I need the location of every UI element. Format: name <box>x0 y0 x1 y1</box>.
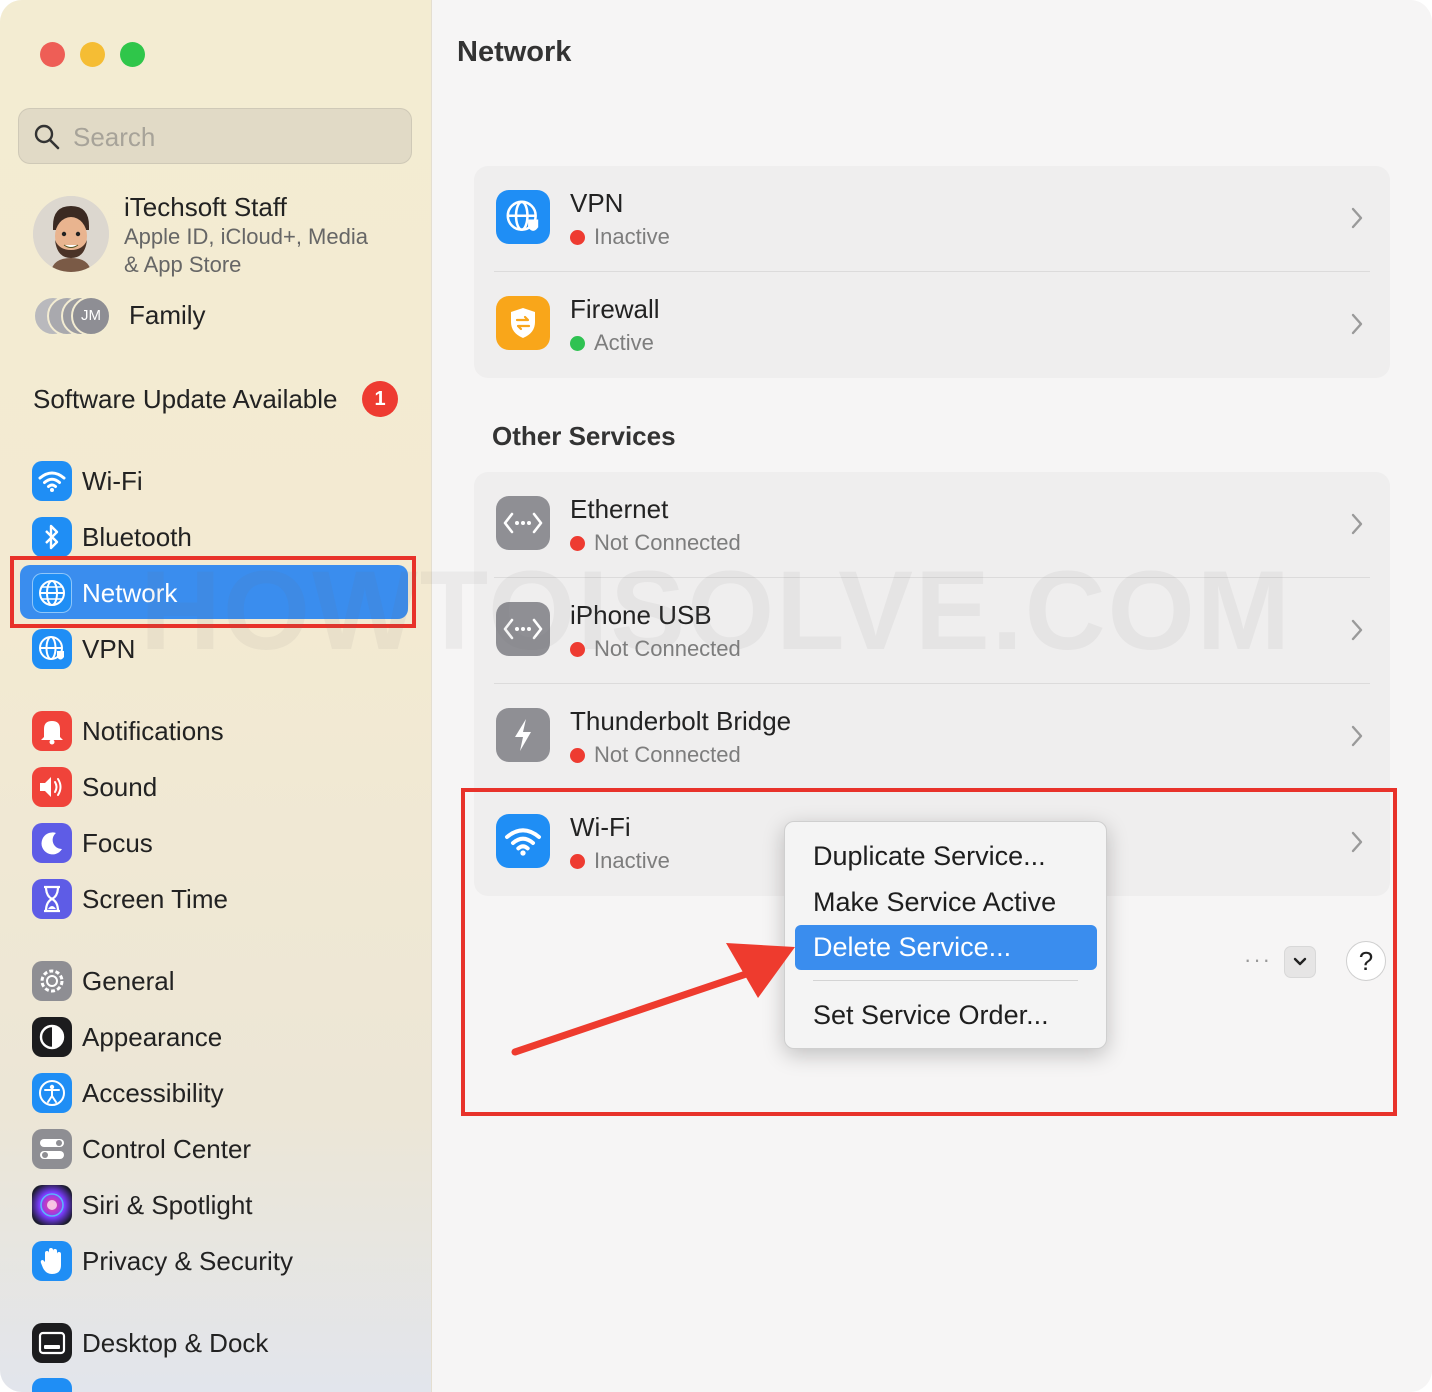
service-status: Not Connected <box>570 530 741 556</box>
sidebar-item-label: Screen Time <box>82 884 228 914</box>
chevron-right-icon <box>1351 207 1363 229</box>
sidebar-item-privacy-security[interactable]: Privacy & Security <box>30 1238 414 1284</box>
sidebar-item-displays-partial[interactable] <box>32 1378 72 1392</box>
appearance-icon <box>32 1017 72 1057</box>
speaker-icon <box>32 767 72 807</box>
service-name: Ethernet <box>570 494 669 524</box>
account-avatar[interactable] <box>33 196 109 272</box>
service-name: Thunderbolt Bridge <box>570 706 792 736</box>
service-row-vpn[interactable]: VPN Inactive <box>474 166 1390 272</box>
update-count-badge: 1 <box>362 381 398 417</box>
chevron-right-icon <box>1351 725 1363 747</box>
sidebar-item-label: Sound <box>82 772 158 802</box>
family-label[interactable]: Family <box>129 300 206 331</box>
vpn-globe-icon <box>32 629 72 669</box>
memoji-avatar-icon <box>33 196 109 272</box>
sidebar-item-label: Accessibility <box>82 1078 224 1108</box>
sidebar-item-screen-time[interactable]: Screen Time <box>30 876 414 922</box>
dock-icon <box>32 1323 72 1363</box>
gear-icon <box>32 961 72 1001</box>
chevron-right-icon <box>1351 313 1363 335</box>
siri-icon <box>32 1185 72 1225</box>
sidebar-item-label: Notifications <box>82 716 224 746</box>
service-name: iPhone USB <box>570 600 712 630</box>
sidebar-item-general[interactable]: General <box>30 958 414 1004</box>
status-dot-red <box>570 642 585 657</box>
sidebar-item-label: Focus <box>82 828 153 858</box>
wifi-icon <box>32 461 72 501</box>
sidebar-item-vpn[interactable]: VPN <box>30 626 414 672</box>
service-status: Not Connected <box>570 742 741 768</box>
sidebar-item-wifi[interactable]: Wi-Fi <box>30 458 414 504</box>
service-row-thunderbolt-bridge[interactable]: Thunderbolt Bridge Not Connected <box>474 684 1390 790</box>
page-title: Network <box>457 36 572 68</box>
sidebar-item-desktop-dock[interactable]: Desktop & Dock <box>30 1320 414 1366</box>
close-window-button[interactable] <box>40 42 65 67</box>
sidebar: Search iTechsoft Staff Apple ID, iCloud+… <box>0 0 432 1392</box>
vpn-globe-icon <box>496 190 550 244</box>
service-row-ethernet[interactable]: Ethernet Not Connected <box>474 472 1390 578</box>
status-dot-red <box>570 230 585 245</box>
hourglass-icon <box>32 879 72 919</box>
sidebar-item-bluetooth[interactable]: Bluetooth <box>30 514 414 560</box>
bell-icon <box>32 711 72 751</box>
section-title: Other Services <box>492 421 676 451</box>
annotation-highlight-network <box>10 556 416 628</box>
ethernet-icon <box>496 602 550 656</box>
search-icon <box>34 124 60 150</box>
sidebar-item-label: Bluetooth <box>82 522 192 552</box>
sidebar-item-label: VPN <box>82 634 136 664</box>
service-row-iphone-usb[interactable]: iPhone USB Not Connected <box>474 578 1390 684</box>
sidebar-item-siri-spotlight[interactable]: Siri & Spotlight <box>30 1182 414 1228</box>
sidebar-item-control-center[interactable]: Control Center <box>30 1126 414 1172</box>
hand-icon <box>32 1241 72 1281</box>
service-name: VPN <box>570 188 624 218</box>
thunderbolt-icon <box>496 708 550 762</box>
accessibility-icon <box>32 1073 72 1113</box>
account-subtitle-line1: Apple ID, iCloud+, Media <box>124 224 368 249</box>
bluetooth-icon <box>32 517 72 557</box>
status-dot-red <box>570 748 585 763</box>
ethernet-icon <box>496 496 550 550</box>
service-status: Inactive <box>570 224 670 250</box>
chevron-right-icon <box>1351 513 1363 535</box>
software-update-label[interactable]: Software Update Available <box>33 384 338 415</box>
minimize-window-button[interactable] <box>80 42 105 67</box>
sidebar-item-label: Wi-Fi <box>82 466 143 496</box>
service-row-firewall[interactable]: Firewall Active <box>474 272 1390 378</box>
status-dot-green <box>570 336 585 351</box>
main-pane: Network VPN Inactive Firewall Active Oth… <box>432 0 1432 1392</box>
search-placeholder: Search <box>73 122 156 152</box>
annotation-highlight-box <box>461 788 1397 1116</box>
toggles-icon <box>32 1129 72 1169</box>
service-name: Firewall <box>570 294 660 324</box>
sidebar-item-label: Privacy & Security <box>82 1246 293 1276</box>
sidebar-item-label: General <box>82 966 175 996</box>
sidebar-item-label: Control Center <box>82 1134 252 1164</box>
search-field[interactable]: Search <box>18 108 412 164</box>
sidebar-item-sound[interactable]: Sound <box>30 764 414 810</box>
sidebar-item-notifications[interactable]: Notifications <box>30 708 414 754</box>
sidebar-item-appearance[interactable]: Appearance <box>30 1014 414 1060</box>
account-subtitle-line2: & App Store <box>124 252 242 277</box>
sidebar-item-label: Appearance <box>82 1022 223 1052</box>
firewall-shield-icon <box>496 296 550 350</box>
account-name[interactable]: iTechsoft Staff <box>124 192 287 223</box>
chevron-right-icon <box>1351 619 1363 641</box>
moon-icon <box>32 823 72 863</box>
zoom-window-button[interactable] <box>120 42 145 67</box>
family-initials: JM <box>71 296 111 336</box>
system-settings-window: Search iTechsoft Staff Apple ID, iCloud+… <box>0 0 1432 1392</box>
service-status: Not Connected <box>570 636 741 662</box>
service-status: Active <box>570 330 654 356</box>
sidebar-item-label: Siri & Spotlight <box>82 1190 253 1220</box>
family-avatars[interactable]: JM <box>33 296 113 336</box>
sidebar-item-focus[interactable]: Focus <box>30 820 414 866</box>
services-card-top: VPN Inactive Firewall Active <box>474 166 1390 378</box>
sidebar-item-label: Desktop & Dock <box>82 1328 269 1358</box>
sidebar-item-accessibility[interactable]: Accessibility <box>30 1070 414 1116</box>
status-dot-red <box>570 536 585 551</box>
